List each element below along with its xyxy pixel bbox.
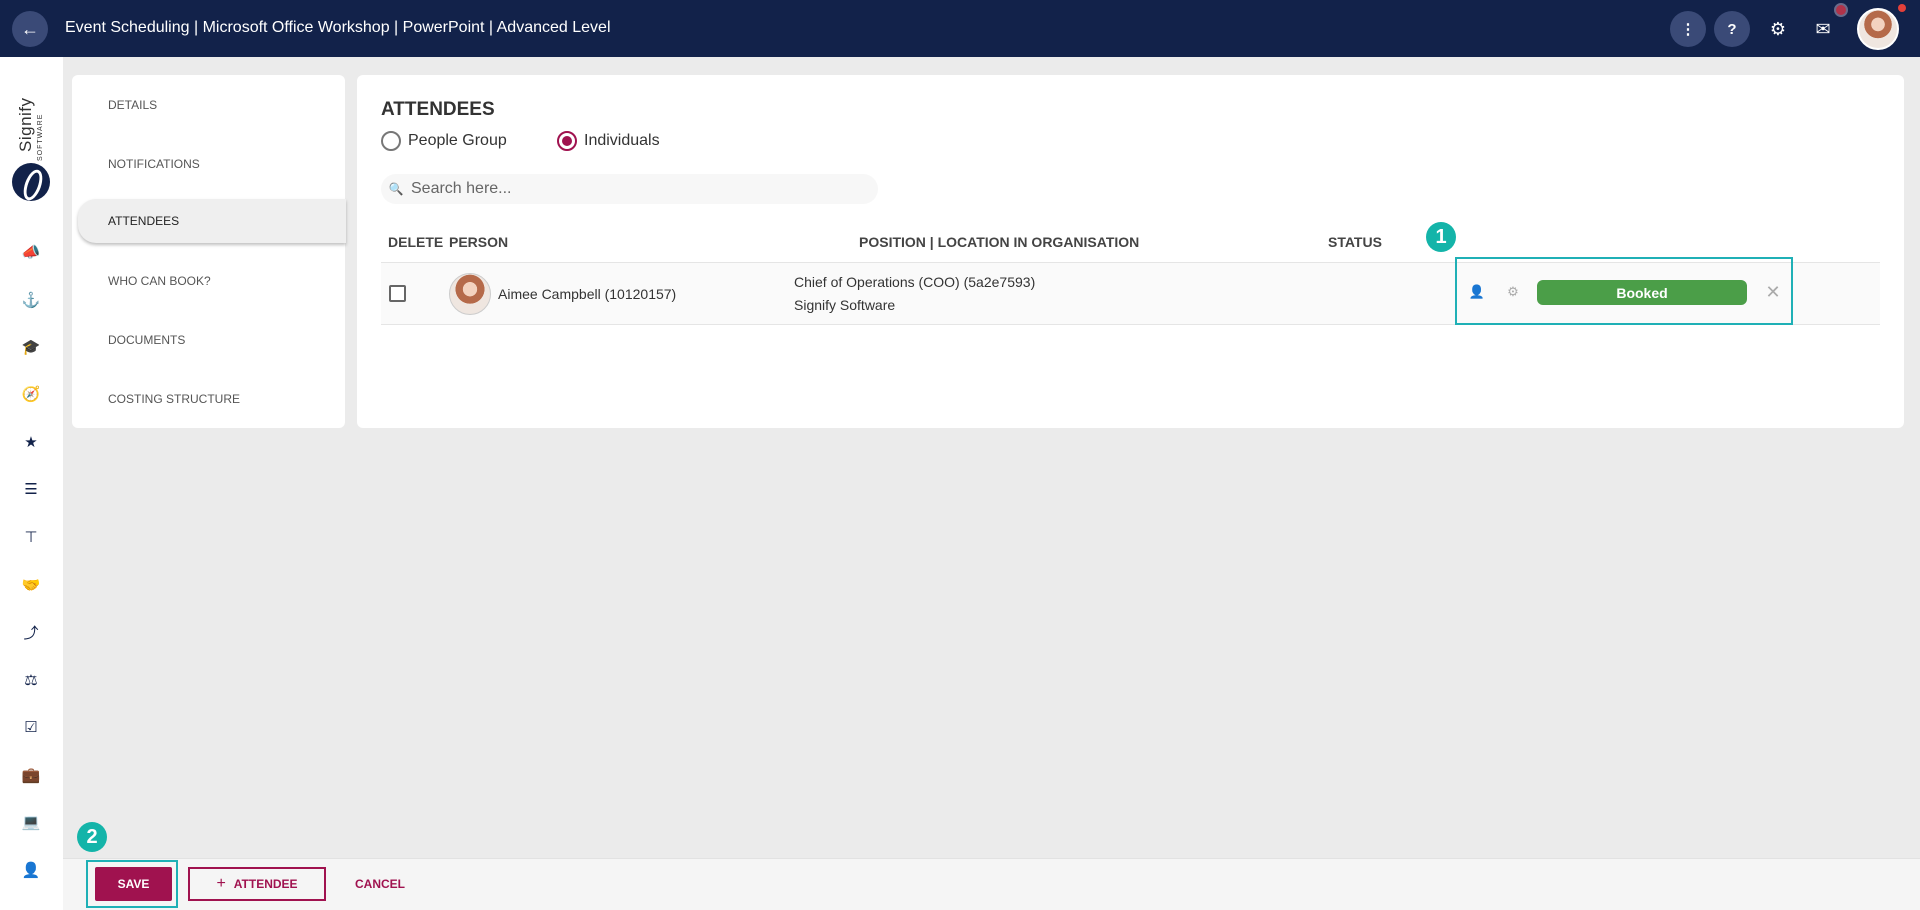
column-header-person: PERSON <box>449 234 509 250</box>
anchor-icon[interactable]: ⚓ <box>19 288 43 312</box>
settings-gear-icon[interactable]: ⚙ <box>1763 14 1793 44</box>
scales-icon[interactable]: ⚖ <box>19 668 43 692</box>
radio-people-group[interactable]: People Group <box>381 131 507 151</box>
help-icon[interactable]: ? <box>1714 11 1750 47</box>
megaphone-icon[interactable]: 📣 <box>19 240 43 264</box>
column-header-delete: DELETE <box>388 234 444 250</box>
sliders-icon[interactable]: ☰ <box>19 477 43 501</box>
add-attendee-button[interactable]: + ATTENDEE <box>188 867 326 901</box>
person-icon[interactable]: 👤 <box>1467 284 1487 300</box>
person-location: Signify Software <box>794 297 896 313</box>
top-bar: ← Event Scheduling | Microsoft Office Wo… <box>0 0 1920 57</box>
nav-item-who-can-book[interactable]: WHO CAN BOOK? <box>72 259 345 303</box>
table-row: Aimee Campbell (10120157) Chief of Opera… <box>381 257 1880 325</box>
signify-logo: Signify SOFTWARE <box>12 85 52 201</box>
radio-people-group-label: People Group <box>408 132 507 149</box>
back-arrow-icon[interactable]: ← <box>12 11 48 47</box>
close-icon[interactable]: ✕ <box>1763 280 1783 304</box>
radio-individuals-label: Individuals <box>584 132 660 149</box>
search-input[interactable] <box>411 180 851 198</box>
section-nav: DETAILS NOTIFICATIONS ATTENDEES WHO CAN … <box>72 75 346 428</box>
column-header-status: STATUS <box>1328 234 1382 250</box>
plus-icon: + <box>216 875 226 892</box>
search-icon: 🔍 <box>388 182 404 196</box>
save-button[interactable]: SAVE <box>95 867 172 901</box>
nav-item-notifications[interactable]: NOTIFICATIONS <box>72 142 345 186</box>
presence-dot <box>1898 4 1906 12</box>
nav-item-attendees[interactable]: ATTENDEES <box>78 199 346 243</box>
star-icon[interactable]: ★ <box>19 430 43 454</box>
radio-individuals-circle[interactable] <box>557 131 577 151</box>
callout-badge-1: 1 <box>1426 222 1456 252</box>
inbox-icon[interactable]: ✉ <box>1808 14 1838 44</box>
logo-mark-icon <box>12 163 50 201</box>
add-user-icon[interactable]: 👤 <box>19 858 43 882</box>
status-badge[interactable]: Booked <box>1537 280 1747 305</box>
status-highlight: 👤 ⚙ Booked ✕ <box>1455 257 1793 325</box>
route-icon[interactable]: ⤴ <box>19 620 43 644</box>
radio-people-group-circle[interactable] <box>381 131 401 151</box>
laptop-icon[interactable]: 💻 <box>19 810 43 834</box>
checklist-icon[interactable]: ☑ <box>19 715 43 739</box>
person-position: Chief of Operations (COO) (5a2e7593) <box>794 274 1036 290</box>
add-attendee-label: ATTENDEE <box>233 877 298 891</box>
column-header-position: POSITION | LOCATION IN ORGANISATION <box>859 234 1140 250</box>
delete-checkbox[interactable] <box>389 285 406 302</box>
logo-wordmark: Signify <box>16 97 35 153</box>
callout-badge-2: 2 <box>77 822 107 852</box>
nav-item-documents[interactable]: DOCUMENTS <box>72 318 345 362</box>
signpost-icon[interactable]: ⊤ <box>19 525 43 549</box>
person-settings-icon[interactable]: ⚙ <box>1503 284 1523 300</box>
more-options-icon[interactable]: ⋮ <box>1670 11 1706 47</box>
attendees-panel: ATTENDEES People Group Individuals 🔍 DEL… <box>357 75 1904 428</box>
section-title: ATTENDEES <box>381 99 495 120</box>
notification-badge <box>1834 3 1848 17</box>
page-title: Event Scheduling | Microsoft Office Work… <box>65 19 611 36</box>
graduation-cap-icon[interactable]: 🎓 <box>19 335 43 359</box>
nav-item-details[interactable]: DETAILS <box>72 83 345 127</box>
action-bar <box>63 858 1920 910</box>
briefcase-icon[interactable]: 💼 <box>19 763 43 787</box>
person-name: Aimee Campbell (10120157) <box>498 286 677 302</box>
compass-icon[interactable]: 🧭 <box>19 382 43 406</box>
logo-subtitle: SOFTWARE <box>37 113 44 161</box>
nav-item-costing-structure[interactable]: COSTING STRUCTURE <box>72 377 345 421</box>
person-avatar <box>449 273 491 315</box>
user-avatar[interactable] <box>1857 8 1899 50</box>
cancel-button[interactable]: CANCEL <box>347 867 413 901</box>
handshake-icon[interactable]: 🤝 <box>19 573 43 597</box>
search-bar: 🔍 <box>381 174 878 204</box>
radio-individuals[interactable]: Individuals <box>557 131 660 151</box>
